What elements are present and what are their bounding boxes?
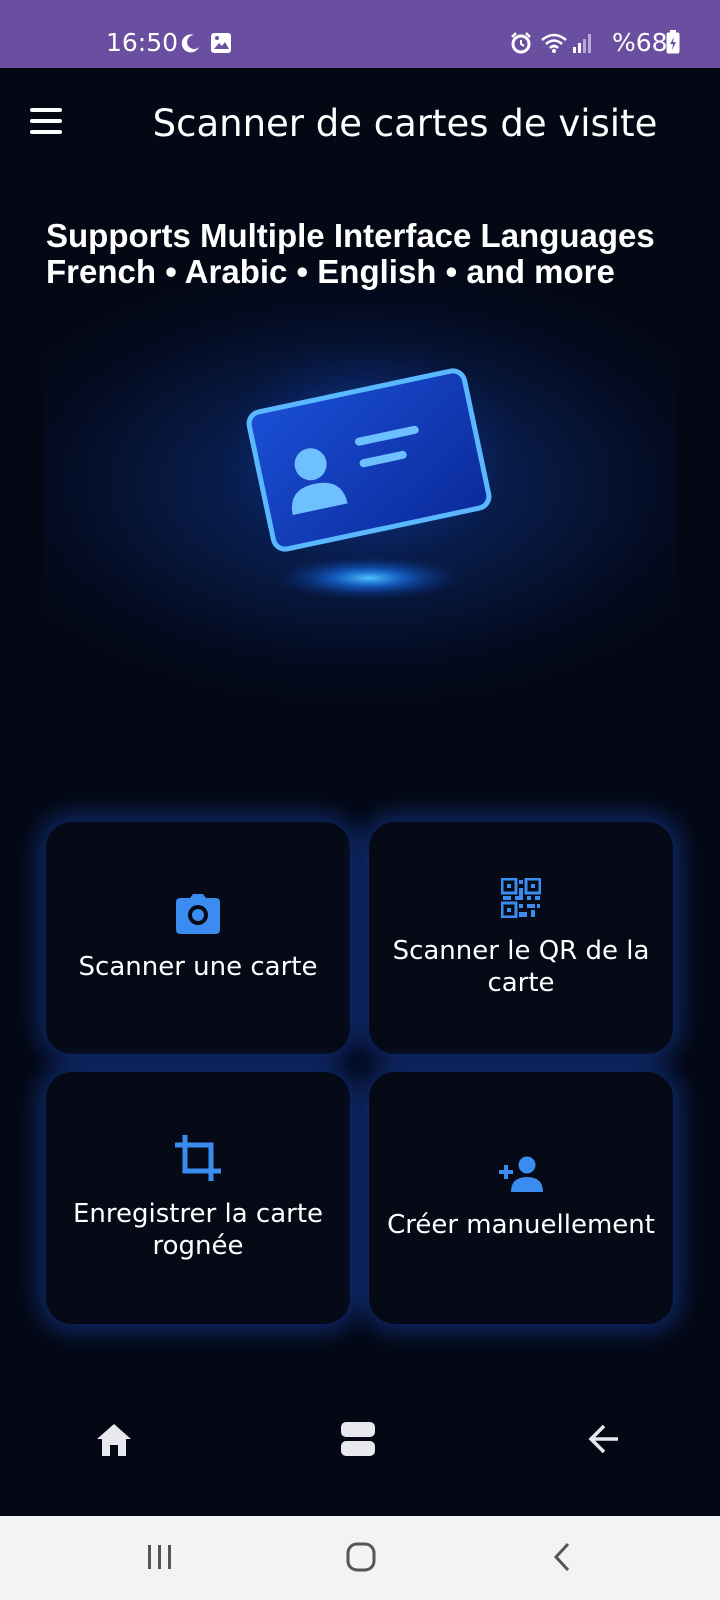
battery-percent: %68	[612, 28, 668, 57]
back-arrow-icon[interactable]	[588, 1423, 620, 1460]
status-bar: 16:50 %68	[0, 0, 720, 68]
save-cropped-card-button[interactable]: Enregistrer la carte rognée	[46, 1072, 350, 1324]
camera-icon	[176, 893, 220, 939]
wifi-icon	[540, 30, 568, 61]
home-button-icon[interactable]	[346, 1542, 376, 1577]
banner-line-1: Supports Multiple Interface Languages	[46, 217, 655, 254]
app-title: Scanner de cartes de visite	[152, 102, 658, 145]
business-card-illustration	[219, 340, 519, 615]
banner-text: Supports Multiple Interface Languages Fr…	[46, 218, 676, 290]
status-time: 16:50	[106, 28, 179, 57]
add-person-icon	[497, 1156, 545, 1197]
scan-qr-label: Scanner le QR de la carte	[392, 935, 650, 998]
app-bar: Scanner de cartes de visite	[0, 68, 720, 180]
system-back-icon[interactable]	[552, 1542, 572, 1577]
scan-card-button[interactable]: Scanner une carte	[46, 822, 350, 1054]
bottom-nav	[0, 1395, 720, 1495]
create-manually-button[interactable]: Créer manuellement	[369, 1072, 673, 1324]
crop-icon	[175, 1134, 221, 1186]
recent-apps-icon[interactable]	[146, 1544, 174, 1575]
scan-card-label: Scanner une carte	[78, 951, 318, 982]
battery-icon	[666, 30, 680, 61]
scan-qr-button[interactable]: Scanner le QR de la carte	[369, 822, 673, 1054]
qr-code-icon	[500, 877, 542, 923]
banner-line-2: French • Arabic • English • and more	[46, 253, 615, 290]
create-manually-label: Créer manuellement	[387, 1209, 655, 1240]
alarm-icon	[510, 30, 532, 61]
signal-icon	[572, 30, 592, 61]
system-nav-bar	[0, 1516, 720, 1600]
save-cropped-card-label: Enregistrer la carte rognée	[72, 1198, 324, 1261]
home-icon[interactable]	[96, 1423, 132, 1462]
view-list-icon[interactable]	[341, 1421, 375, 1462]
moon-icon	[180, 30, 202, 61]
language-banner: Supports Multiple Interface Languages Fr…	[44, 200, 676, 716]
image-icon	[210, 30, 232, 61]
